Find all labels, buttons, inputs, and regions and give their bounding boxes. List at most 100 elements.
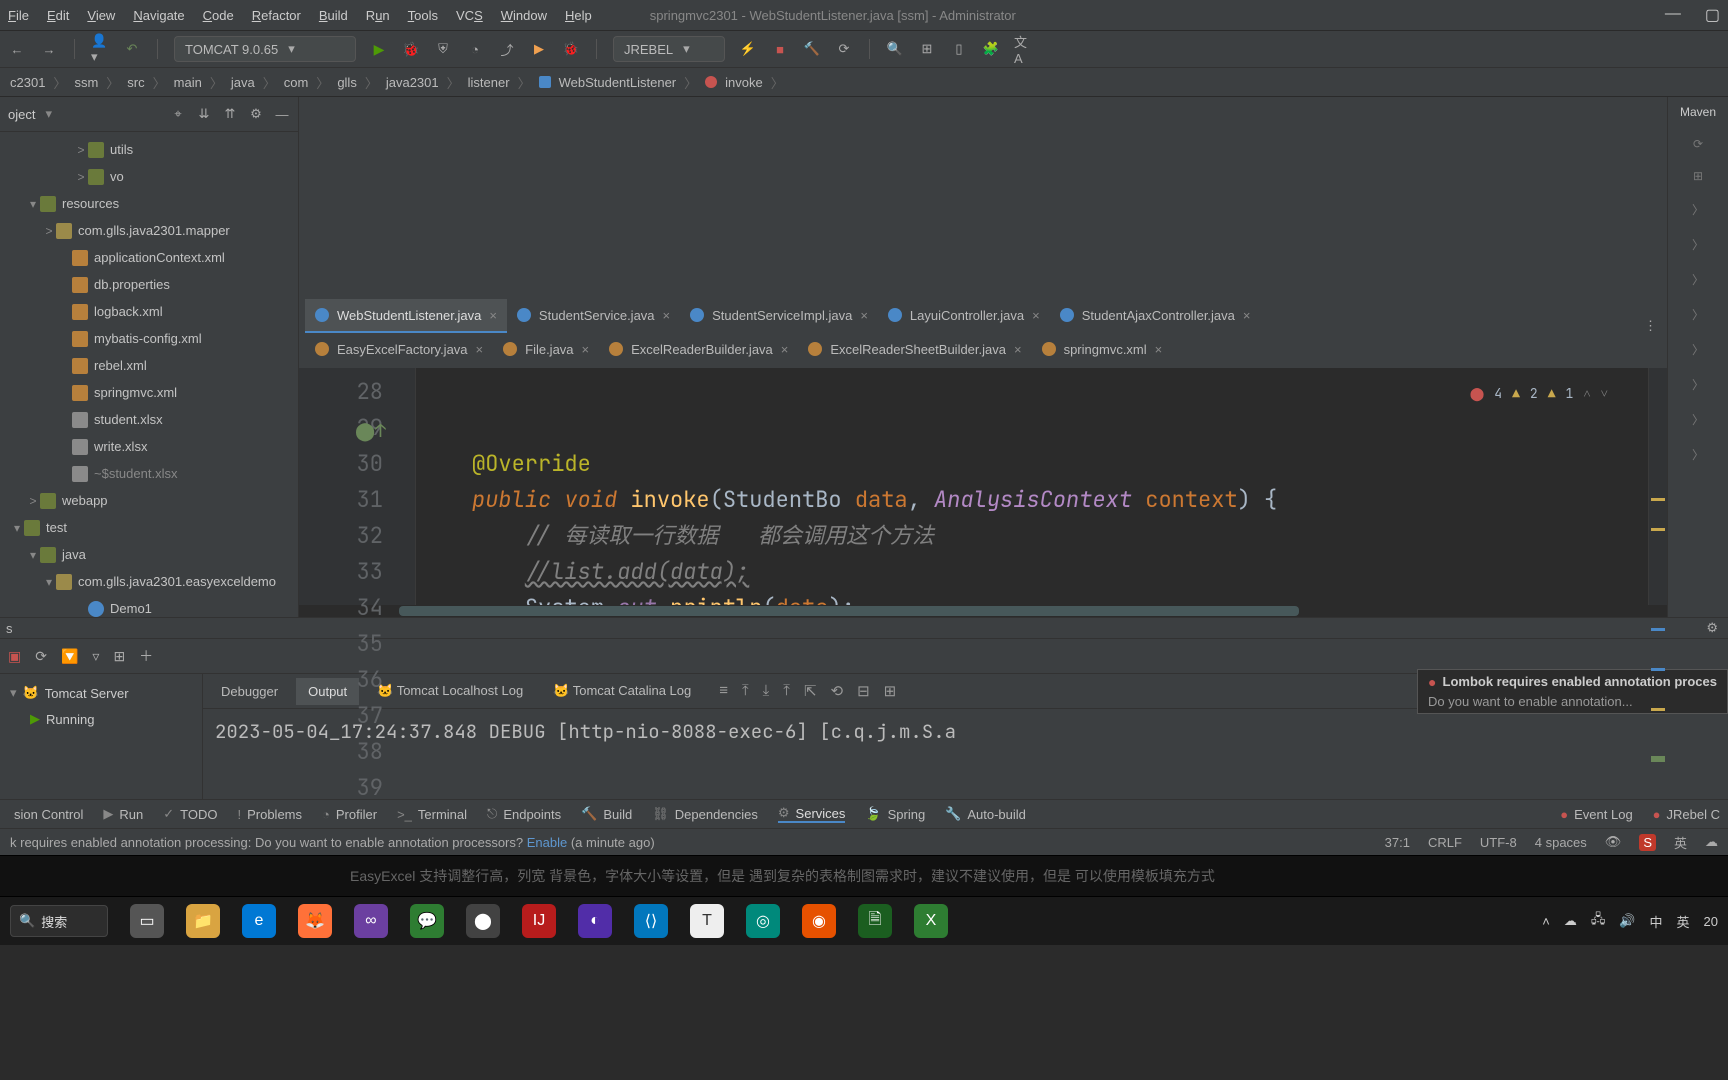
scroll-end-icon[interactable]: ⤒ bbox=[742, 682, 749, 700]
tree-node[interactable]: >webapp bbox=[0, 487, 298, 514]
close-icon[interactable]: × bbox=[1014, 342, 1022, 357]
toolwindow-button[interactable]: ●Event Log bbox=[1560, 807, 1632, 822]
forward-icon[interactable]: → bbox=[40, 40, 58, 58]
vscode-icon[interactable]: ⟨⟩ bbox=[634, 904, 668, 938]
expand-icon[interactable]: ⊞ bbox=[1693, 169, 1703, 183]
editor-tab[interactable]: ExcelReaderBuilder.java× bbox=[599, 333, 798, 368]
close-icon[interactable]: × bbox=[663, 308, 671, 323]
build-icon[interactable]: 🔨 bbox=[803, 40, 821, 58]
tree-node[interactable]: springmvc.xml bbox=[0, 379, 298, 406]
close-icon[interactable]: × bbox=[1032, 308, 1040, 323]
menu-run[interactable]: Run bbox=[366, 8, 390, 23]
tree-node[interactable]: ▾resources bbox=[0, 190, 298, 217]
close-icon[interactable]: × bbox=[1243, 308, 1251, 323]
jrebel-select[interactable]: JREBEL ▾ bbox=[613, 36, 725, 62]
intellij-icon[interactable]: IJ bbox=[522, 904, 556, 938]
app-icon[interactable]: ⬤ bbox=[466, 904, 500, 938]
close-icon[interactable]: × bbox=[781, 342, 789, 357]
close-icon[interactable]: × bbox=[860, 308, 868, 323]
toolwindow-button[interactable]: ⎋Endpoints bbox=[487, 806, 561, 822]
crumb[interactable]: WebStudentListener bbox=[559, 75, 677, 90]
back-icon[interactable]: ← bbox=[8, 40, 26, 58]
crumb[interactable]: java bbox=[231, 75, 255, 90]
app-icon[interactable]: ∞ bbox=[354, 904, 388, 938]
jrebel-debug-icon[interactable]: 🐞 bbox=[562, 40, 580, 58]
toolwindow-button[interactable]: 🔧Auto-build bbox=[945, 806, 1026, 822]
target-icon[interactable]: ⌖ bbox=[170, 106, 186, 122]
chevron-right-icon[interactable]: 〉 bbox=[1692, 306, 1704, 323]
stop-icon[interactable]: ■ bbox=[771, 40, 789, 58]
crumb[interactable]: ssm bbox=[74, 75, 98, 90]
app-icon[interactable]: ◎ bbox=[746, 904, 780, 938]
file-encoding[interactable]: UTF-8 bbox=[1480, 835, 1517, 850]
eclipse-icon[interactable]: ◐ bbox=[578, 904, 612, 938]
explorer-icon[interactable]: 📁 bbox=[186, 904, 220, 938]
tree-node[interactable]: ~$student.xlsx bbox=[0, 460, 298, 487]
network-icon[interactable]: 🖧 bbox=[1591, 910, 1606, 932]
window-minimize-icon[interactable]: — bbox=[1665, 5, 1681, 25]
toolwindow-button[interactable]: ⚙Services bbox=[778, 805, 846, 823]
expand-icon[interactable]: ⊞ bbox=[884, 682, 897, 700]
toolwindow-button[interactable]: !Problems bbox=[237, 807, 302, 822]
plugin-icon[interactable]: 🧩 bbox=[982, 40, 1000, 58]
tabs-more-icon[interactable]: ⋮ bbox=[1644, 318, 1667, 334]
tree-node[interactable]: mybatis-config.xml bbox=[0, 325, 298, 352]
toolwindow-button[interactable]: 🔨Build bbox=[581, 806, 632, 822]
collapse-all-icon[interactable]: ⇈ bbox=[222, 106, 238, 122]
chevron-right-icon[interactable]: 〉 bbox=[1692, 236, 1704, 253]
project-tree[interactable]: >utils>vo▾resources>com.glls.java2301.ma… bbox=[0, 132, 298, 617]
tree-node[interactable]: ▾com.glls.java2301.easyexceldemo bbox=[0, 568, 298, 595]
tree-node[interactable]: logback.xml bbox=[0, 298, 298, 325]
close-icon[interactable]: × bbox=[582, 342, 590, 357]
editor-tab[interactable]: StudentServiceImpl.java× bbox=[680, 299, 878, 334]
editor-tab[interactable]: EasyExcelFactory.java× bbox=[305, 333, 493, 368]
edge-icon[interactable]: e bbox=[242, 904, 276, 938]
tree-node[interactable]: rebel.xml bbox=[0, 352, 298, 379]
download-icon[interactable]: ⤓ bbox=[763, 682, 770, 700]
notification-balloon[interactable]: ●Lombok requires enabled annotation proc… bbox=[1417, 669, 1728, 714]
toolwindow-button[interactable]: >_Terminal bbox=[397, 807, 467, 822]
wechat-icon[interactable]: 💬 bbox=[410, 904, 444, 938]
readonly-icon[interactable]: 👁 bbox=[1605, 834, 1622, 850]
hide-icon[interactable]: — bbox=[274, 106, 290, 122]
next-highlight-icon[interactable]: ˅ bbox=[1601, 376, 1608, 412]
taskbar-search[interactable]: 🔍 搜索 bbox=[10, 905, 108, 937]
menu-window[interactable]: Window bbox=[501, 8, 547, 23]
menu-vcs[interactable]: VCS bbox=[456, 8, 483, 23]
toolwindow-button[interactable]: ●JRebel C bbox=[1653, 807, 1720, 822]
prev-highlight-icon[interactable]: ˄ bbox=[1583, 376, 1590, 412]
editor-tab[interactable]: ExcelReaderSheetBuilder.java× bbox=[798, 333, 1031, 368]
tree-node[interactable]: >vo bbox=[0, 163, 298, 190]
attach-icon[interactable]: ⤴ bbox=[498, 40, 516, 58]
taskview-icon[interactable]: ▭ bbox=[130, 904, 164, 938]
indent-info[interactable]: 4 spaces bbox=[1535, 835, 1587, 850]
clock[interactable]: 20 bbox=[1704, 914, 1718, 929]
menu-tools[interactable]: Tools bbox=[408, 8, 438, 23]
editor-tab[interactable]: WebStudentListener.java× bbox=[305, 299, 507, 334]
ime-indicator[interactable]: S bbox=[1639, 834, 1656, 851]
maven-toolwindow-button[interactable]: Maven bbox=[1680, 105, 1716, 119]
tree-node[interactable]: student.xlsx bbox=[0, 406, 298, 433]
chevron-down-icon[interactable]: ▾ bbox=[45, 106, 52, 122]
editor-hscrollbar[interactable] bbox=[299, 605, 1667, 617]
sync-icon[interactable]: ⟳ bbox=[835, 40, 853, 58]
code-text[interactable]: ⬤4 ▲2 ▲1 ˄ ˅ @Override public void invok… bbox=[416, 368, 1648, 605]
editor-tab[interactable]: StudentService.java× bbox=[507, 299, 680, 334]
tree-node[interactable]: db.properties bbox=[0, 271, 298, 298]
toolwindow-button[interactable]: 🍃Spring bbox=[865, 806, 925, 822]
tree-node[interactable]: Demo1 bbox=[0, 595, 298, 617]
add-icon[interactable]: ＋ bbox=[139, 646, 153, 666]
close-icon[interactable]: × bbox=[476, 342, 484, 357]
layout-icon[interactable]: ⊞ bbox=[113, 648, 125, 665]
translate-icon[interactable]: 文A bbox=[1014, 40, 1032, 58]
crumb[interactable]: invoke bbox=[725, 75, 763, 90]
tree-node[interactable]: >com.glls.java2301.mapper bbox=[0, 217, 298, 244]
export-icon[interactable]: ⇱ bbox=[804, 682, 817, 700]
status-message[interactable]: k requires enabled annotation processing… bbox=[10, 835, 655, 850]
toolwindow-button[interactable]: ✓TODO bbox=[163, 806, 217, 822]
output-tab[interactable]: 🐱 Tomcat Catalina Log bbox=[541, 677, 703, 705]
code-editor[interactable]: 2829⬤↑30313233343536373839 ⬤4 ▲2 ▲1 ˄ ˅ … bbox=[299, 368, 1667, 605]
crumb[interactable]: c2301 bbox=[10, 75, 45, 90]
toolwindow-button[interactable]: ⛓Dependencies bbox=[652, 806, 758, 822]
run-icon[interactable]: ▶ bbox=[370, 40, 388, 58]
